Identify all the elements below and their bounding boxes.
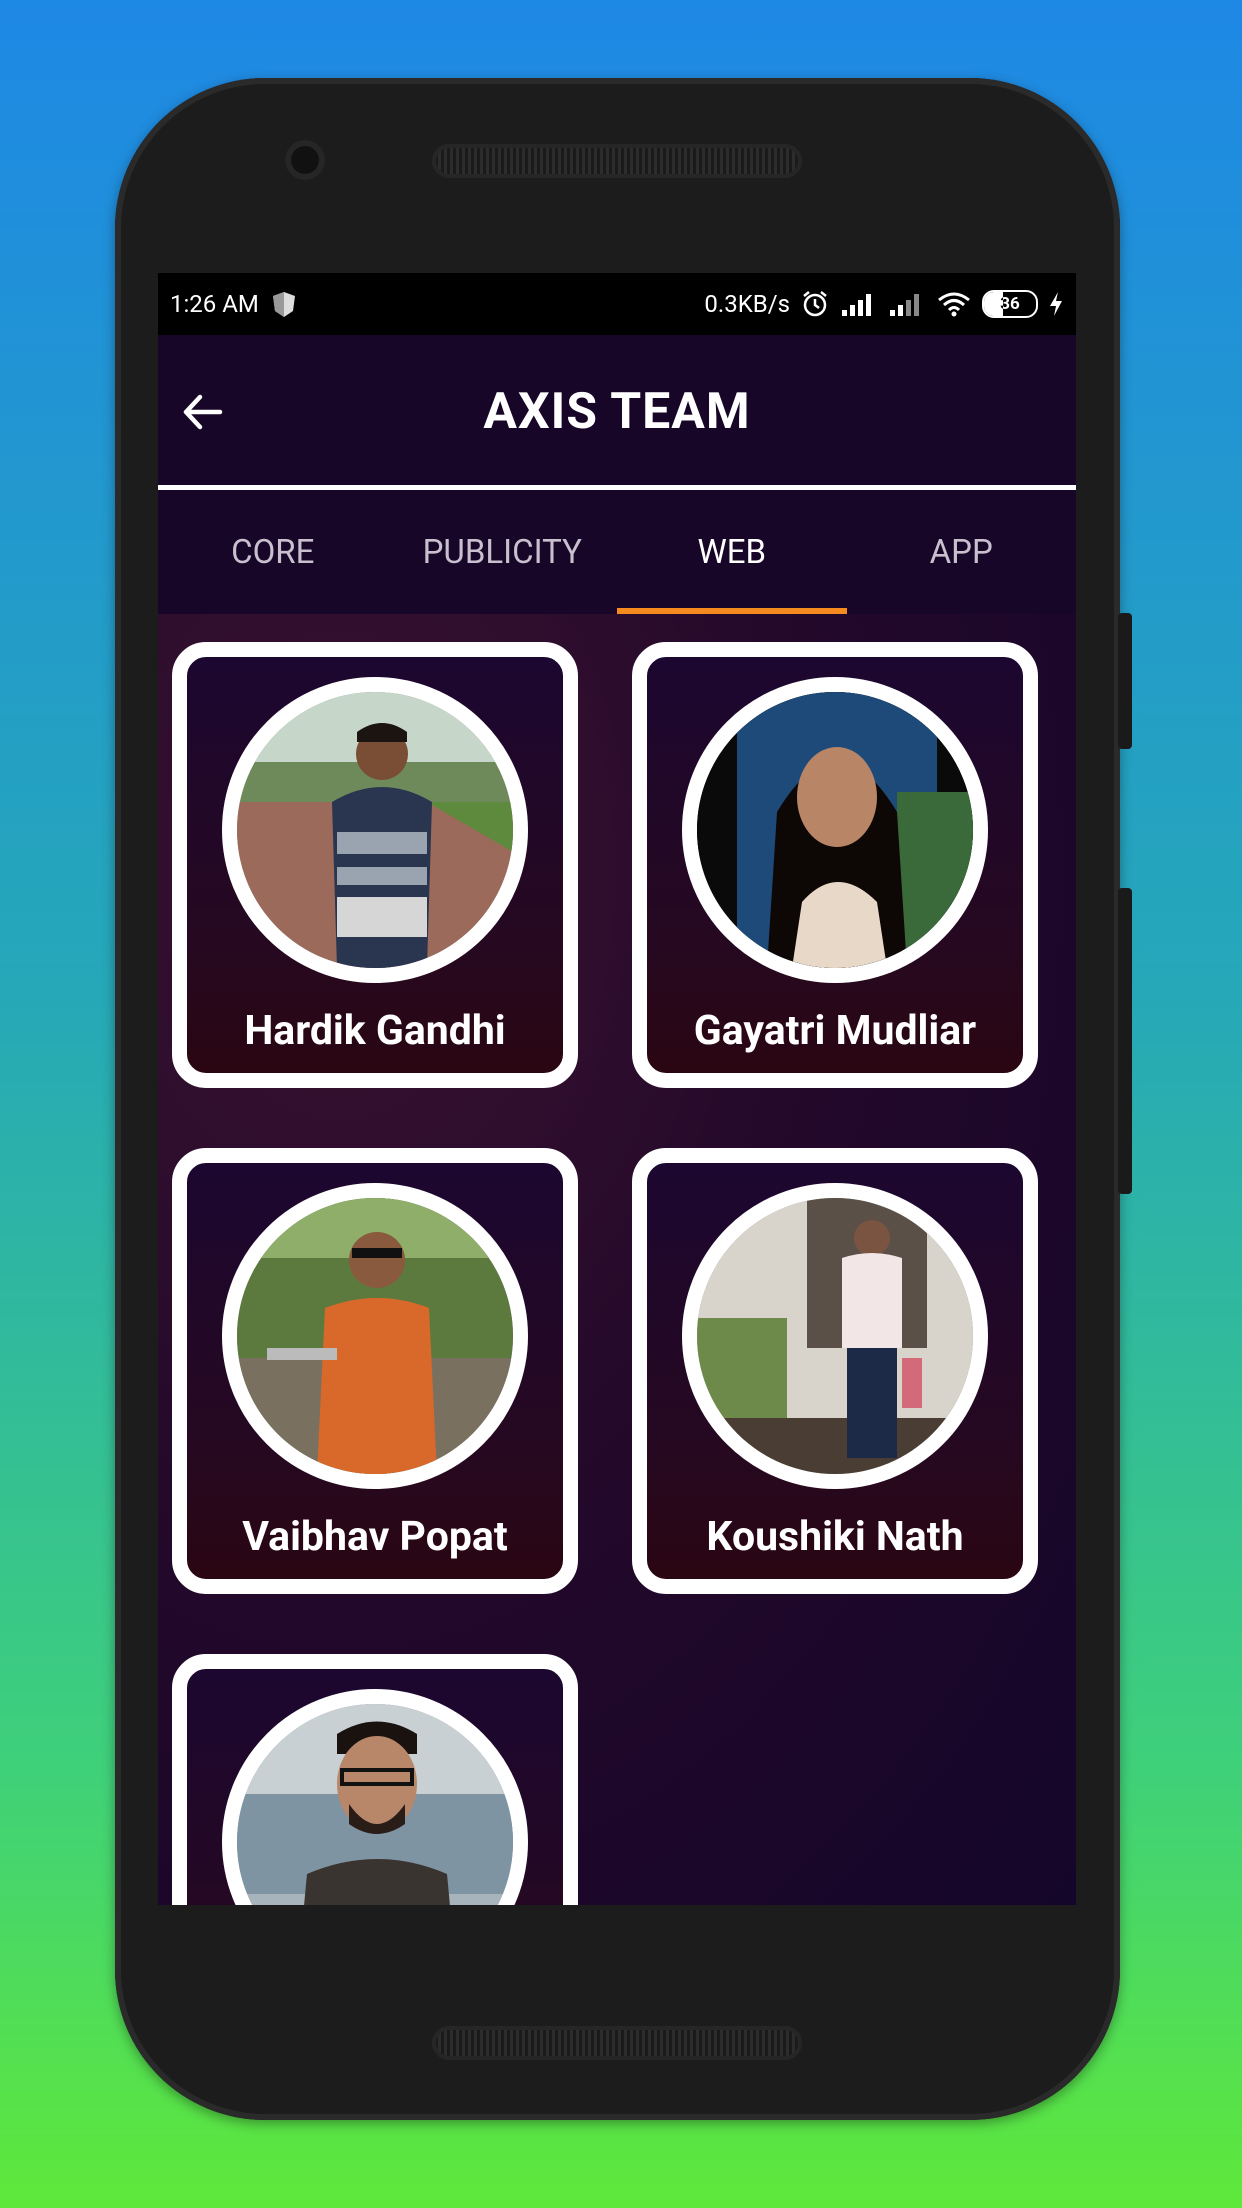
network-speed: 0.3KB/s	[704, 290, 790, 318]
bottom-speaker	[432, 2026, 802, 2060]
alarm-icon	[803, 291, 827, 317]
tab-web[interactable]: WEB	[617, 490, 847, 614]
status-bar: 1:26 AM 0.3KB/s 36	[158, 273, 1076, 335]
member-name: Hardik Gandhi	[244, 1007, 506, 1055]
signal-icon	[842, 294, 871, 316]
member-card[interactable]: Koushiki Nath	[632, 1148, 1038, 1594]
charging-icon	[1050, 292, 1062, 316]
status-time: 1:26 AM	[170, 290, 259, 318]
member-name: Koushiki Nath	[706, 1513, 964, 1561]
power-button	[1118, 613, 1132, 749]
tab-app[interactable]: APP	[847, 490, 1077, 614]
member-photo	[222, 1689, 528, 1905]
member-grid: Hardik Gandhi Gayatri Mudliar Vaibhav Po…	[158, 614, 1076, 1905]
member-card[interactable]: Vaibhav Popat	[172, 1148, 578, 1594]
member-name: Vaibhav Popat	[242, 1513, 508, 1561]
member-card[interactable]: Hardik Gandhi	[172, 642, 578, 1088]
tab-core[interactable]: CORE	[158, 490, 388, 614]
member-photo	[222, 1183, 528, 1489]
wifi-icon	[938, 292, 970, 317]
member-photo	[682, 677, 988, 983]
member-name: Gayatri Mudliar	[693, 1007, 977, 1055]
page-title: AXIS TEAM	[483, 383, 751, 441]
member-photo	[682, 1183, 988, 1489]
app-bar: AXIS TEAM	[158, 335, 1076, 485]
top-speaker	[432, 144, 802, 178]
member-photo	[222, 677, 528, 983]
tab-bar: CORE PUBLICITY WEB APP	[158, 490, 1076, 614]
notification-shield-icon	[272, 292, 295, 317]
member-card[interactable]	[172, 1654, 578, 1905]
battery-level: 36	[1000, 294, 1020, 314]
volume-button	[1118, 888, 1132, 1194]
member-card[interactable]: Gayatri Mudliar	[632, 642, 1038, 1088]
battery-icon: 36	[982, 290, 1038, 318]
tab-publicity[interactable]: PUBLICITY	[388, 490, 618, 614]
front-camera	[285, 140, 325, 180]
app-screen: 1:26 AM 0.3KB/s 36 AXIS TEAM CORE PUBLIC…	[158, 273, 1076, 1905]
signal-icon-2	[890, 294, 919, 316]
